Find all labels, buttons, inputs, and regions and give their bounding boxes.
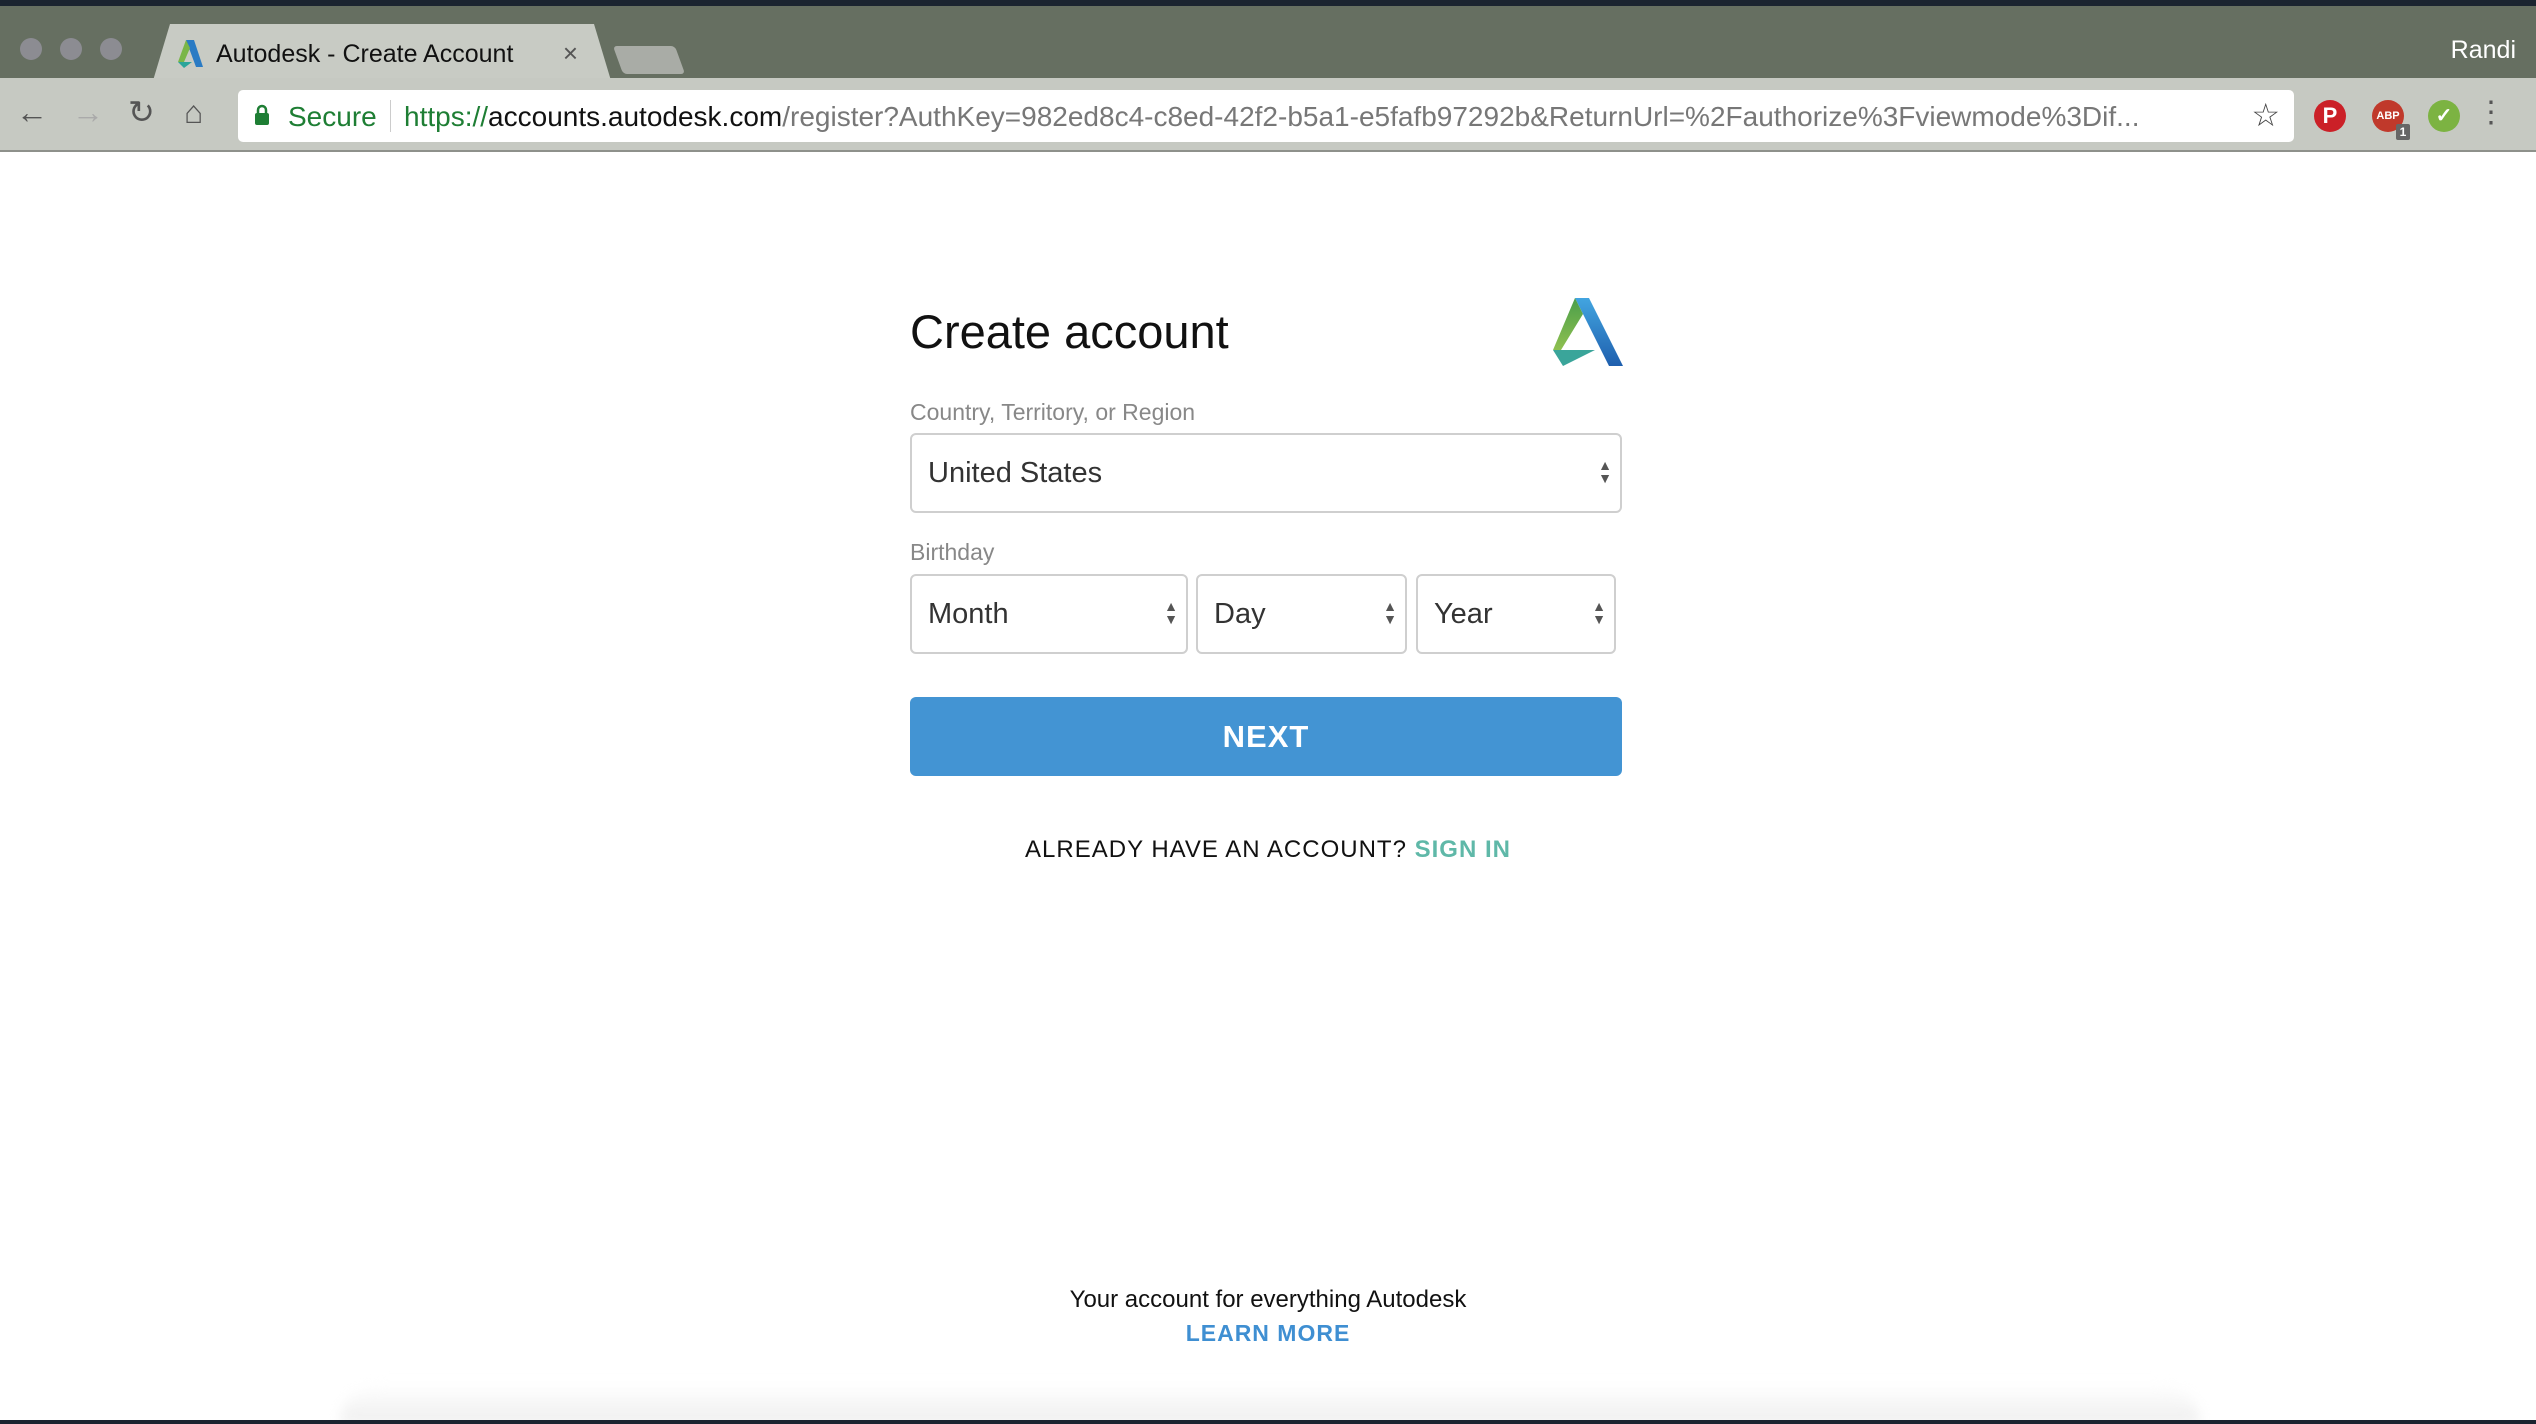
page-content: Create account Country, Territory, or Re… (0, 154, 2536, 1424)
browser-toolbar: ← → ↻ ⌂ Secure https://accounts.autodesk… (0, 78, 2536, 152)
month-select[interactable]: Month ▲ ▼ (910, 574, 1188, 654)
new-tab-button[interactable] (612, 46, 686, 74)
day-select[interactable]: Day ▲ ▼ (1196, 574, 1407, 654)
learn-more-link-text[interactable]: LEARN MORE (1186, 1320, 1351, 1346)
close-window-button[interactable] (20, 38, 42, 60)
select-arrows-icon: ▲ ▼ (1164, 598, 1178, 627)
year-select[interactable]: Year ▲ ▼ (1416, 574, 1616, 654)
select-arrows-icon: ▲ ▼ (1383, 598, 1397, 627)
footer-shadow (340, 1384, 2200, 1424)
birthday-label: Birthday (910, 539, 995, 565)
bookmark-star-icon[interactable]: ☆ (2251, 96, 2280, 134)
sign-in-link[interactable]: SIGN IN (1415, 836, 1511, 863)
adblock-label: ABP (2376, 110, 2400, 122)
tab-close-icon[interactable]: × (563, 38, 578, 69)
forward-arrow-icon[interactable]: → (72, 96, 104, 128)
browser-tab-active[interactable]: Autodesk - Create Account × (152, 24, 612, 84)
check-extension-icon[interactable]: ✓ (2428, 100, 2460, 132)
secure-label: Secure (288, 101, 377, 132)
day-value: Day (1214, 598, 1266, 630)
url-domain: accounts.autodesk.com (488, 101, 783, 132)
url-scheme: https:// (404, 101, 489, 132)
learn-more-link: LEARN MORE (0, 1320, 2536, 1347)
pinterest-extension-icon[interactable]: P (2314, 100, 2346, 132)
footer-text: Your account for everything Autodesk (1069, 1286, 1467, 1313)
address-bar[interactable]: Secure https://accounts.autodesk.com/reg… (238, 90, 2294, 142)
country-label: Country, Territory, or Region (910, 399, 1196, 425)
autodesk-logo-icon (1553, 298, 1623, 366)
select-arrows-icon: ▲ ▼ (1598, 457, 1612, 486)
dock-strip (0, 1420, 2536, 1424)
sign-in-prompt: ALREADY HAVE AN ACCOUNT? SIGN IN (0, 836, 2536, 864)
year-value: Year (1434, 598, 1493, 630)
profile-name[interactable]: Randi (2451, 36, 2516, 65)
tab-title: Autodesk - Create Account (216, 40, 514, 68)
adblock-badge: 1 (2396, 124, 2410, 140)
minimize-window-button[interactable] (60, 38, 82, 60)
select-arrows-icon: ▲ ▼ (1592, 598, 1606, 627)
zoom-window-button[interactable] (100, 38, 122, 60)
home-icon[interactable]: ⌂ (184, 96, 203, 128)
page-title: Create account (910, 305, 1229, 358)
browser-menu-icon[interactable]: ⋮ (2476, 98, 2506, 128)
url-path: /register?AuthKey=982ed8c4-c8ed-42f2-b5a… (782, 101, 2140, 132)
back-arrow-icon[interactable]: ← (16, 96, 48, 128)
autodesk-favicon-icon (174, 38, 204, 68)
already-text: ALREADY HAVE AN ACCOUNT? (1025, 836, 1407, 863)
month-value: Month (928, 598, 1009, 630)
next-button[interactable]: NEXT (910, 697, 1622, 776)
divider (390, 100, 391, 132)
country-select[interactable]: United States ▲ ▼ (910, 433, 1622, 513)
url-text[interactable]: https://accounts.autodesk.com/register?A… (404, 101, 2244, 133)
country-value: United States (928, 457, 1103, 489)
reload-icon[interactable]: ↻ (128, 96, 155, 128)
adblock-extension-icon[interactable]: ABP 1 (2372, 100, 2410, 140)
browser-tab-bar: Autodesk - Create Account × Randi (0, 6, 2536, 78)
lock-icon (255, 104, 269, 125)
